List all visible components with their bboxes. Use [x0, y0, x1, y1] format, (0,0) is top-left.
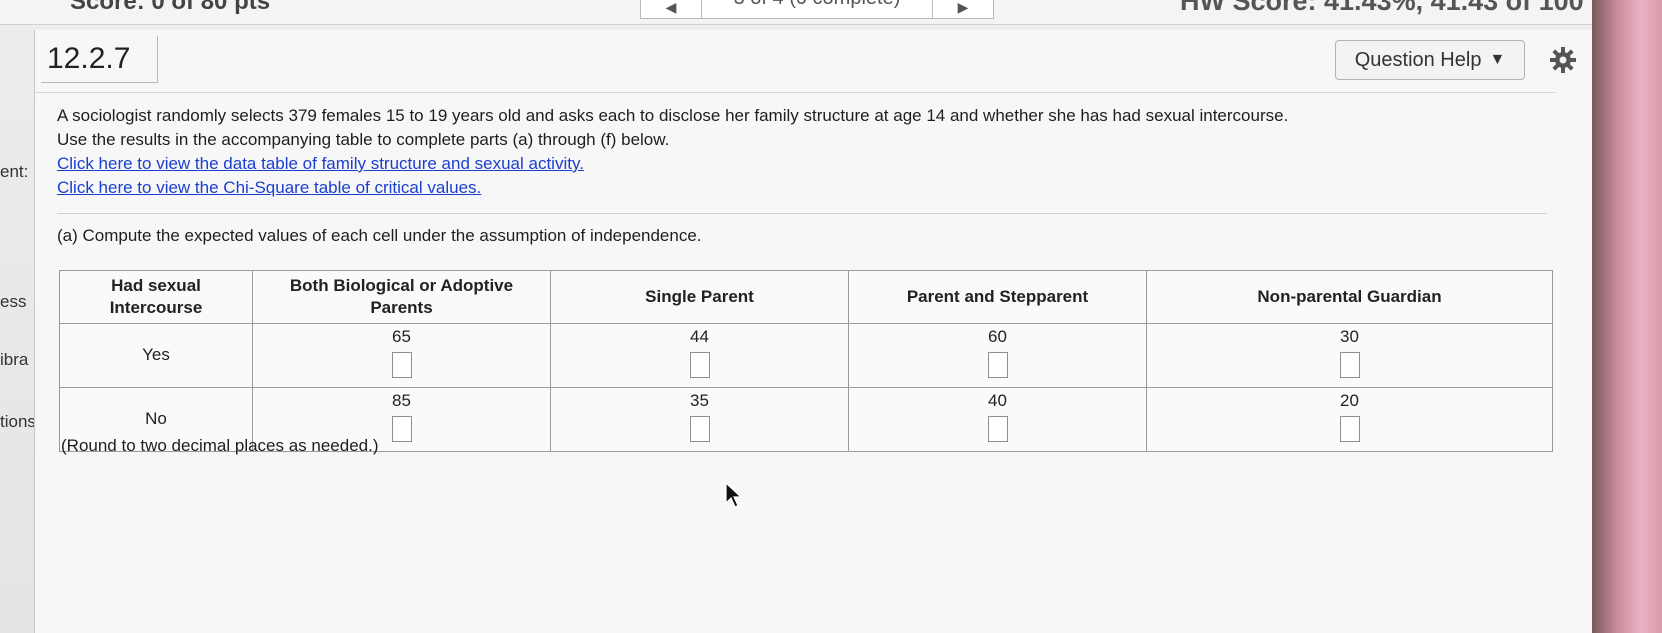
observed-value: 35	[690, 391, 709, 410]
header-non-parental-guardian: Non-parental Guardian	[1146, 270, 1553, 324]
answer-input[interactable]	[987, 416, 1008, 442]
table-cell: 65	[252, 323, 551, 388]
answer-input[interactable]	[1339, 416, 1360, 442]
question-help-label: Question Help	[1354, 48, 1482, 71]
header-parent-stepparent: Parent and Stepparent	[848, 270, 1147, 324]
sidebar-fragment-2[interactable]: ess	[0, 292, 26, 312]
question-pager-label[interactable]: 3 of 4 (0 complete)	[702, 0, 932, 19]
observed-value: 40	[988, 391, 1007, 410]
row-label-yes: Yes	[59, 323, 253, 388]
table-header-row: Had sexual Intercourse Both Biological o…	[59, 270, 1553, 324]
question-number: 12.2.7	[41, 36, 158, 83]
observed-value: 30	[1340, 327, 1359, 346]
sidebar-fragment-3[interactable]: ibra	[0, 350, 28, 370]
observed-value: 65	[392, 327, 411, 346]
question-help-button[interactable]: Question Help ▼	[1335, 40, 1525, 80]
expected-values-table: Had sexual Intercourse Both Biological o…	[59, 270, 1553, 452]
gear-icon[interactable]	[1545, 42, 1581, 78]
table-cell: 40	[848, 387, 1147, 452]
hw-score: HW Score: 41.43%, 41.43 of 100 pts	[1180, 0, 1600, 16]
chevron-left-icon: ◀	[665, 0, 677, 15]
header-both-parents: Both Biological or Adoptive Parents	[252, 270, 551, 324]
header-single-parent: Single Parent	[550, 270, 849, 324]
mouse-cursor-icon	[725, 481, 743, 513]
chevron-right-icon: ▶	[957, 0, 969, 15]
intro-line-2: Use the results in the accompanying tabl…	[57, 130, 670, 149]
question-pager: ◀ 3 of 4 (0 complete) ▶	[640, 0, 994, 19]
table-cell: 20	[1146, 387, 1553, 452]
previous-question-button[interactable]: ◀	[640, 0, 702, 19]
answer-input[interactable]	[391, 352, 412, 378]
rounding-note: (Round to two decimal places as needed.)	[61, 436, 379, 455]
header-sexual-intercourse: Had sexual Intercourse	[59, 270, 253, 324]
answer-input[interactable]	[391, 416, 412, 442]
question-panel: 12.2.7 Question Help ▼ A sociologist ran…	[34, 30, 1595, 633]
table-cell: 30	[1146, 323, 1553, 388]
table-cell: 44	[550, 323, 849, 388]
screen: Score: 0 of 80 pts ◀ 3 of 4 (0 complete)…	[0, 0, 1600, 633]
part-a-prompt: (a) Compute the expected values of each …	[57, 226, 702, 245]
observed-value: 44	[690, 327, 709, 346]
photo-edge	[1592, 0, 1662, 633]
next-question-button[interactable]: ▶	[932, 0, 994, 19]
caret-down-icon: ▼	[1489, 51, 1506, 68]
question-intro: A sociologist randomly selects 379 femal…	[57, 104, 1547, 200]
answer-input[interactable]	[1339, 352, 1360, 378]
answer-input[interactable]	[689, 352, 710, 378]
table-cell: 35	[550, 387, 849, 452]
observed-value: 20	[1340, 391, 1359, 410]
section-divider	[57, 213, 1547, 214]
sidebar-fragment-4[interactable]: tions	[0, 412, 36, 432]
data-table-link[interactable]: Click here to view the data table of fam…	[57, 152, 1547, 176]
table-row: Yes 65 44 60 30	[59, 323, 1553, 388]
chi-square-table-link[interactable]: Click here to view the Chi-Square table …	[57, 176, 1547, 200]
answer-input[interactable]	[689, 416, 710, 442]
observed-value: 60	[988, 327, 1007, 346]
header-divider	[35, 92, 1555, 93]
score-fragment: Score: 0 of 80 pts	[70, 0, 271, 15]
status-bar: Score: 0 of 80 pts ◀ 3 of 4 (0 complete)…	[0, 0, 1600, 25]
sidebar-fragment-1[interactable]: ent:	[0, 162, 28, 182]
answer-input[interactable]	[987, 352, 1008, 378]
observed-value: 85	[392, 391, 411, 410]
table-cell: 60	[848, 323, 1147, 388]
intro-line-1: A sociologist randomly selects 379 femal…	[57, 106, 1289, 125]
